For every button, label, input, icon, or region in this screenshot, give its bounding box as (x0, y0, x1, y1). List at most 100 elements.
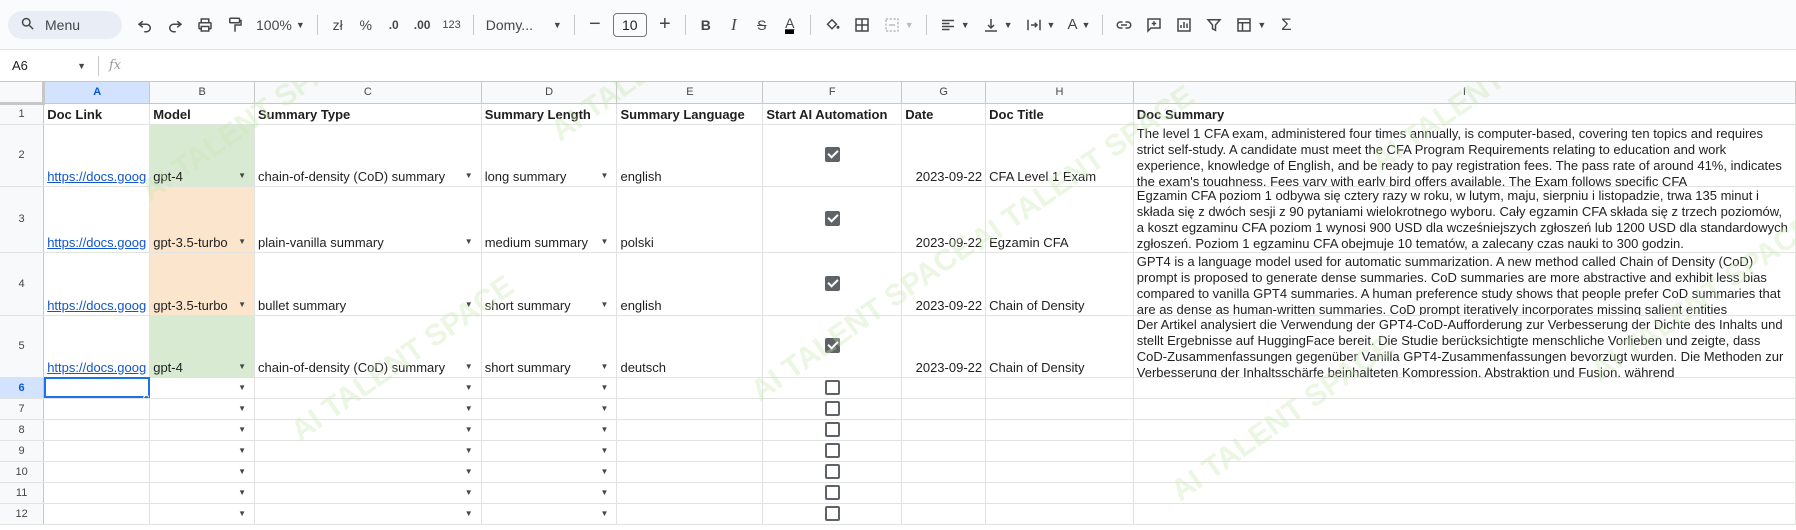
empty-cell[interactable] (985, 398, 1134, 420)
currency-format-button[interactable]: zł (324, 11, 352, 39)
dropdown-arrow-icon[interactable]: ▼ (465, 300, 473, 309)
checkbox-checked[interactable] (824, 211, 840, 227)
dropdown-arrow-icon[interactable]: ▼ (465, 404, 473, 413)
menu-search[interactable]: Menu (8, 10, 122, 39)
column-header-g[interactable]: G (901, 82, 987, 104)
summary-length-dropdown-cell[interactable]: medium summary ▼ (481, 186, 618, 253)
empty-cell[interactable] (616, 440, 764, 462)
start-automation-cell[interactable] (762, 419, 903, 441)
insert-chart-button[interactable] (1169, 11, 1199, 39)
doc-link[interactable]: https://docs.goog (47, 235, 146, 250)
empty-cell[interactable] (1133, 503, 1796, 525)
empty-cell[interactable] (616, 461, 764, 483)
horizontal-align-button[interactable]: ▼ (933, 11, 976, 39)
summary-length-dropdown-cell[interactable]: long summary ▼ (481, 124, 618, 187)
select-all-corner[interactable] (0, 82, 46, 105)
header-cell-summary-length[interactable]: Summary Length (481, 103, 618, 125)
zoom-select[interactable]: 100% ▼ (250, 11, 311, 39)
filter-views-button[interactable]: ▼ (1229, 11, 1272, 39)
increase-decimal-button[interactable]: .00 (408, 11, 437, 39)
fill-color-button[interactable] (817, 11, 847, 39)
start-automation-cell[interactable] (762, 252, 903, 316)
summary-length-dropdown-cell[interactable]: short summary ▼ (481, 315, 618, 378)
doc-link-cell[interactable]: https://docs.goog (43, 252, 151, 316)
dropdown-arrow-icon[interactable]: ▼ (601, 237, 609, 246)
empty-cell[interactable] (616, 482, 764, 504)
dropdown-arrow-icon[interactable]: ▼ (465, 446, 473, 455)
paint-format-button[interactable] (220, 11, 250, 39)
empty-cell[interactable] (985, 377, 1134, 399)
strikethrough-button[interactable]: S (748, 11, 776, 39)
row-header[interactable]: 11 (0, 482, 45, 504)
model-dropdown-cell[interactable]: ▼ (149, 419, 255, 441)
empty-cell[interactable] (985, 503, 1134, 525)
empty-cell[interactable] (901, 398, 987, 420)
dropdown-arrow-icon[interactable]: ▼ (238, 404, 246, 413)
header-cell-model[interactable]: Model (149, 103, 255, 125)
column-header-a[interactable]: A (43, 82, 151, 104)
start-automation-cell[interactable] (762, 124, 903, 187)
doc-link-cell[interactable]: https://docs.goog (43, 124, 151, 187)
empty-cell[interactable] (985, 461, 1134, 483)
checkbox-checked[interactable] (824, 275, 840, 291)
name-box[interactable]: A6 ▼ (0, 50, 98, 82)
summary-length-dropdown-cell[interactable]: ▼ (481, 398, 618, 420)
doc-title-cell[interactable]: Egzamin CFA (985, 186, 1134, 253)
summary-type-dropdown-cell[interactable]: chain-of-density (CoD) summary ▼ (254, 315, 482, 378)
summary-length-dropdown-cell[interactable]: short summary ▼ (481, 252, 618, 316)
start-automation-cell[interactable] (762, 377, 903, 399)
insert-link-button[interactable] (1109, 11, 1139, 39)
dropdown-arrow-icon[interactable]: ▼ (238, 383, 246, 392)
row-header[interactable]: 1 (0, 103, 45, 125)
row-header[interactable]: 9 (0, 440, 45, 462)
percent-format-button[interactable]: % (352, 11, 380, 39)
dropdown-arrow-icon[interactable]: ▼ (238, 362, 246, 371)
column-header-b[interactable]: B (149, 82, 255, 104)
bold-button[interactable]: B (692, 11, 720, 39)
summary-type-dropdown-cell[interactable]: chain-of-density (CoD) summary ▼ (254, 124, 482, 187)
model-dropdown-cell[interactable]: ▼ (149, 377, 255, 399)
header-cell-start-ai-automation[interactable]: Start AI Automation (762, 103, 903, 125)
summary-length-dropdown-cell[interactable]: ▼ (481, 503, 618, 525)
dropdown-arrow-icon[interactable]: ▼ (465, 467, 473, 476)
empty-cell[interactable] (901, 377, 987, 399)
doc-link-cell[interactable]: https://docs.goog (43, 186, 151, 253)
italic-button[interactable]: I (720, 11, 748, 39)
dropdown-arrow-icon[interactable]: ▼ (238, 425, 246, 434)
vertical-align-button[interactable]: ▼ (976, 11, 1019, 39)
header-cell-doc-summary[interactable]: Doc Summary (1133, 103, 1796, 125)
empty-cell[interactable] (43, 419, 151, 441)
dropdown-arrow-icon[interactable]: ▼ (601, 362, 609, 371)
date-cell[interactable]: 2023-09-22 (901, 252, 987, 316)
model-dropdown-cell[interactable]: ▼ (149, 503, 255, 525)
checkbox-unchecked[interactable] (824, 400, 840, 416)
start-automation-cell[interactable] (762, 440, 903, 462)
text-rotation-button[interactable]: A ▼ (1061, 11, 1096, 39)
formula-input[interactable] (121, 51, 1796, 81)
print-button[interactable] (190, 11, 220, 39)
dropdown-arrow-icon[interactable]: ▼ (465, 171, 473, 180)
dropdown-arrow-icon[interactable]: ▼ (601, 509, 609, 518)
summary-language-cell[interactable]: polski (616, 186, 764, 253)
checkbox-checked[interactable] (824, 147, 840, 163)
row-header[interactable]: 3 (0, 186, 45, 253)
borders-button[interactable] (847, 11, 877, 39)
empty-cell[interactable] (901, 419, 987, 441)
summary-type-dropdown-cell[interactable]: ▼ (254, 419, 482, 441)
header-cell-summary-language[interactable]: Summary Language (616, 103, 764, 125)
start-automation-cell[interactable] (762, 186, 903, 253)
redo-button[interactable] (160, 11, 190, 39)
doc-summary-cell[interactable]: GPT4 is a language model used for automa… (1133, 252, 1796, 316)
summary-language-cell[interactable]: english (616, 124, 764, 187)
empty-cell[interactable] (901, 503, 987, 525)
summary-length-dropdown-cell[interactable]: ▼ (481, 440, 618, 462)
decrease-font-size-button[interactable]: − (581, 11, 609, 39)
row-header[interactable]: 6 (0, 377, 45, 399)
dropdown-arrow-icon[interactable]: ▼ (238, 446, 246, 455)
empty-cell[interactable] (616, 419, 764, 441)
start-automation-cell[interactable] (762, 461, 903, 483)
dropdown-arrow-icon[interactable]: ▼ (465, 488, 473, 497)
date-cell[interactable]: 2023-09-22 (901, 124, 987, 187)
empty-cell[interactable] (985, 419, 1134, 441)
start-automation-cell[interactable] (762, 482, 903, 504)
